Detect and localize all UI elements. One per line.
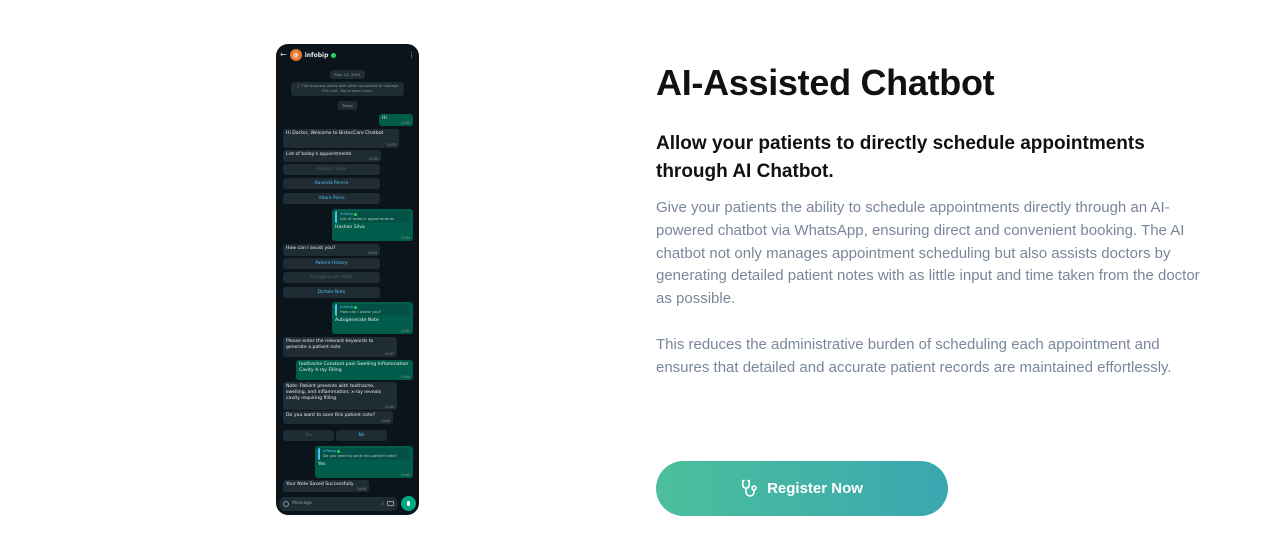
option-patient-history[interactable]: Patient History bbox=[283, 258, 380, 269]
option-hashan-silva[interactable]: Hashan Silva bbox=[283, 164, 380, 175]
outgoing-reply: infobip How can I assist you? Autogenera… bbox=[332, 302, 413, 334]
mic-button[interactable] bbox=[401, 496, 416, 511]
contact-avatar: @ bbox=[289, 49, 302, 61]
message-placeholder: Message bbox=[292, 501, 313, 506]
quote-text: Do you want to save this patient note? bbox=[323, 452, 397, 458]
incoming-message: Note: Patient presents with toothache, s… bbox=[283, 382, 397, 410]
message-time: 14:34 bbox=[400, 235, 410, 240]
contact-name: infobip bbox=[304, 51, 329, 59]
option-yes[interactable]: Yes bbox=[283, 430, 334, 441]
section-subtitle: Allow your patients to directly schedule… bbox=[656, 133, 1145, 182]
verified-badge-icon bbox=[331, 52, 337, 58]
section-title: AI-Assisted Chatbot bbox=[656, 62, 995, 103]
message-text: Please enter the relevant keywords to ge… bbox=[286, 339, 374, 350]
message-time: 14:34 bbox=[367, 250, 377, 255]
outgoing-message: toothache Constant pain Swelling Inflamm… bbox=[296, 360, 413, 380]
message-time: 14:37 bbox=[384, 351, 394, 356]
quoted-message: infobip How can I assist you? bbox=[335, 304, 410, 316]
chat-composer: Message ⌕ bbox=[276, 492, 419, 515]
register-now-label: Register Now bbox=[767, 480, 863, 497]
message-text: Autogenerate Note bbox=[335, 317, 379, 323]
quote-text: How can I assist you? bbox=[340, 308, 381, 314]
message-time: 14:33 bbox=[368, 156, 378, 161]
register-now-button[interactable]: Register Now bbox=[656, 461, 948, 516]
mic-icon bbox=[407, 501, 410, 506]
incoming-message: Please enter the relevant keywords to ge… bbox=[283, 337, 397, 357]
message-time: 14:40 bbox=[400, 472, 410, 477]
message-time: 14:40 bbox=[356, 486, 366, 491]
message-time: 14:33 bbox=[400, 120, 410, 125]
stethoscope-icon bbox=[741, 479, 757, 499]
incoming-message: Hi Doctor, Welcome to BistecCare Chatbot… bbox=[283, 129, 399, 148]
option-dictate-note[interactable]: Dictate Note bbox=[283, 287, 380, 298]
more-options-icon[interactable]: ⋮ bbox=[408, 51, 415, 59]
message-text: Hi bbox=[382, 116, 387, 121]
back-arrow-icon[interactable]: ← bbox=[280, 51, 287, 59]
message-text: Yes bbox=[318, 461, 326, 467]
quoted-message: infobip Do you want to save this patient… bbox=[318, 448, 410, 460]
message-input[interactable]: Message ⌕ bbox=[279, 496, 398, 511]
quote-text: List of today's appointments bbox=[340, 215, 395, 221]
option-kavinda-perera[interactable]: Kavinda Perera bbox=[283, 178, 380, 189]
option-autogenerate-note[interactable]: Autogenerate Note bbox=[283, 272, 380, 283]
incoming-message: Do you want to save this patient note? 1… bbox=[283, 411, 393, 424]
outgoing-reply: infobip List of today's appointments Has… bbox=[332, 209, 413, 241]
incoming-message: Your Note Saved Successfully 14:40 bbox=[283, 480, 369, 492]
message-text: List of today's appointments bbox=[286, 152, 352, 157]
description-paragraph-2: This reduces the administrative burden o… bbox=[656, 336, 1172, 376]
message-text: Do you want to save this patient note? bbox=[286, 413, 376, 418]
chat-thread: May 13, 2024 ⓘ This business works with … bbox=[276, 66, 419, 492]
quoted-message: infobip List of today's appointments bbox=[335, 211, 410, 223]
message-time: 14:40 bbox=[400, 374, 410, 379]
emoji-icon[interactable] bbox=[283, 500, 289, 507]
message-time: 14:33 bbox=[386, 142, 396, 147]
message-text: Your Note Saved Successfully bbox=[286, 482, 354, 487]
message-text: Hashan Silva bbox=[335, 224, 365, 230]
message-text: Hi Doctor, Welcome to BistecCare Chatbot bbox=[286, 131, 384, 136]
camera-icon[interactable] bbox=[387, 501, 394, 506]
message-text: toothache Constant pain Swelling Inflamm… bbox=[299, 362, 409, 373]
whatsapp-phone-mockup: ← @ infobip ⋮ May 13, 2024 ⓘ This busine… bbox=[276, 44, 419, 515]
chat-header: ← @ infobip ⋮ bbox=[276, 44, 419, 66]
outgoing-reply: infobip Do you want to save this patient… bbox=[315, 446, 413, 478]
message-time: 14:40 bbox=[384, 404, 394, 409]
incoming-message: How can I assist you? 14:34 bbox=[283, 244, 380, 256]
incoming-message: List of today's appointments 14:33 bbox=[283, 150, 381, 162]
business-notice[interactable]: ⓘ This business works with other compani… bbox=[291, 82, 404, 96]
message-time: 14:40 bbox=[380, 418, 390, 423]
option-no[interactable]: No bbox=[336, 430, 387, 441]
date-pill: May 13, 2024 bbox=[329, 70, 366, 79]
message-time: 14:37 bbox=[400, 328, 410, 333]
attach-icon[interactable]: ⌕ bbox=[381, 501, 384, 507]
message-text: How can I assist you? bbox=[286, 246, 336, 251]
today-pill: Today bbox=[337, 101, 358, 110]
description-paragraph-1: Give your patients the ability to schedu… bbox=[656, 199, 1200, 308]
outgoing-message: Hi 14:33 bbox=[379, 114, 413, 126]
message-text: Note: Patient presents with toothache, s… bbox=[286, 384, 382, 401]
option-udara-peiris[interactable]: Udara Peiris bbox=[283, 193, 380, 204]
